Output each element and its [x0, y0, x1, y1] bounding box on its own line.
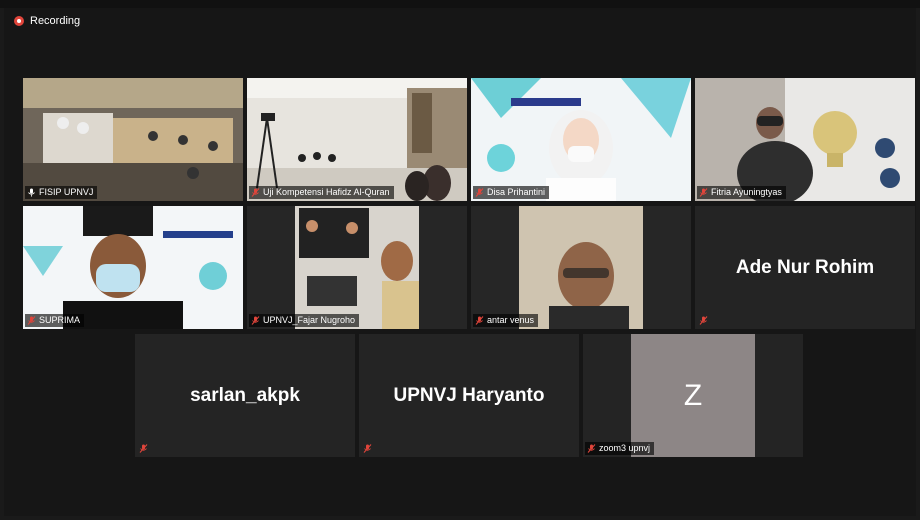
- participant-video: [247, 78, 467, 201]
- participant-label: SUPRIMA: [25, 314, 85, 327]
- participant-name: FISIP UPNVJ: [39, 187, 94, 197]
- participant-display-name: sarlan_akpk: [190, 384, 300, 406]
- participant-video: [247, 206, 467, 329]
- participant-name: Uji Kompetensi Hafidz Al-Quran: [263, 187, 390, 197]
- participant-label: FISIP UPNVJ: [25, 186, 98, 199]
- avatar-letter: Z: [683, 378, 703, 412]
- participant-tile[interactable]: UPNVJ Haryanto: [359, 334, 579, 457]
- recording-label: Recording: [30, 15, 81, 27]
- participant-tile[interactable]: sarlan_akpk: [135, 334, 355, 457]
- participant-video: [471, 206, 691, 329]
- participant-tile[interactable]: FISIP UPNVJ: [23, 78, 243, 201]
- participant-label: UPNVJ_Fajar Nugroho: [249, 314, 360, 327]
- participant-tile[interactable]: antar venus: [471, 206, 691, 329]
- participant-tile[interactable]: Disa Prihantini: [471, 78, 691, 201]
- participant-display-name: UPNVJ Haryanto: [393, 384, 545, 406]
- recording-icon: [14, 16, 24, 26]
- participant-tile[interactable]: Z zoom3 upnvj: [583, 334, 803, 457]
- participant-name: Fitria Ayuningtyas: [711, 187, 782, 197]
- recording-indicator[interactable]: Recording: [14, 15, 80, 27]
- participant-tile[interactable]: UPNVJ_Fajar Nugroho: [247, 206, 467, 329]
- participant-name: zoom3 upnvj: [599, 443, 651, 453]
- microphone-icon: [27, 188, 36, 197]
- participant-name: UPNVJ_Fajar Nugroho: [263, 315, 356, 325]
- participant-video: [23, 78, 243, 201]
- participant-name: Disa Prihantini: [487, 187, 546, 197]
- muted-microphone-icon: [27, 316, 36, 325]
- participant-label: [697, 314, 712, 327]
- participant-tile[interactable]: Uji Kompetensi Hafidz Al-Quran: [247, 78, 467, 201]
- muted-microphone-icon: [475, 188, 484, 197]
- participant-name: SUPRIMA: [39, 315, 81, 325]
- muted-microphone-icon: [139, 444, 148, 453]
- muted-microphone-icon: [251, 188, 260, 197]
- participant-video: [23, 206, 243, 329]
- participant-label: antar venus: [473, 314, 539, 327]
- muted-microphone-icon: [251, 316, 260, 325]
- participant-video: [695, 78, 915, 201]
- participant-display-name: Ade Nur Rohim: [735, 256, 875, 278]
- muted-microphone-icon: [699, 188, 708, 197]
- muted-microphone-icon: [587, 444, 596, 453]
- muted-microphone-icon: [363, 444, 372, 453]
- participant-label: zoom3 upnvj: [585, 442, 655, 455]
- participant-name: antar venus: [487, 315, 535, 325]
- window-top-bar: [0, 0, 920, 8]
- muted-microphone-icon: [699, 316, 708, 325]
- avatar: Z: [631, 334, 755, 457]
- participant-video: [471, 78, 691, 201]
- participant-label: [137, 442, 152, 455]
- participant-label: Fitria Ayuningtyas: [697, 186, 786, 199]
- participant-label: Disa Prihantini: [473, 186, 550, 199]
- participant-tile[interactable]: Ade Nur Rohim: [695, 206, 915, 329]
- participant-label: [361, 442, 376, 455]
- muted-microphone-icon: [475, 316, 484, 325]
- participant-label: Uji Kompetensi Hafidz Al-Quran: [249, 186, 394, 199]
- participant-tile[interactable]: SUPRIMA: [23, 206, 243, 329]
- participant-tile[interactable]: Fitria Ayuningtyas: [695, 78, 915, 201]
